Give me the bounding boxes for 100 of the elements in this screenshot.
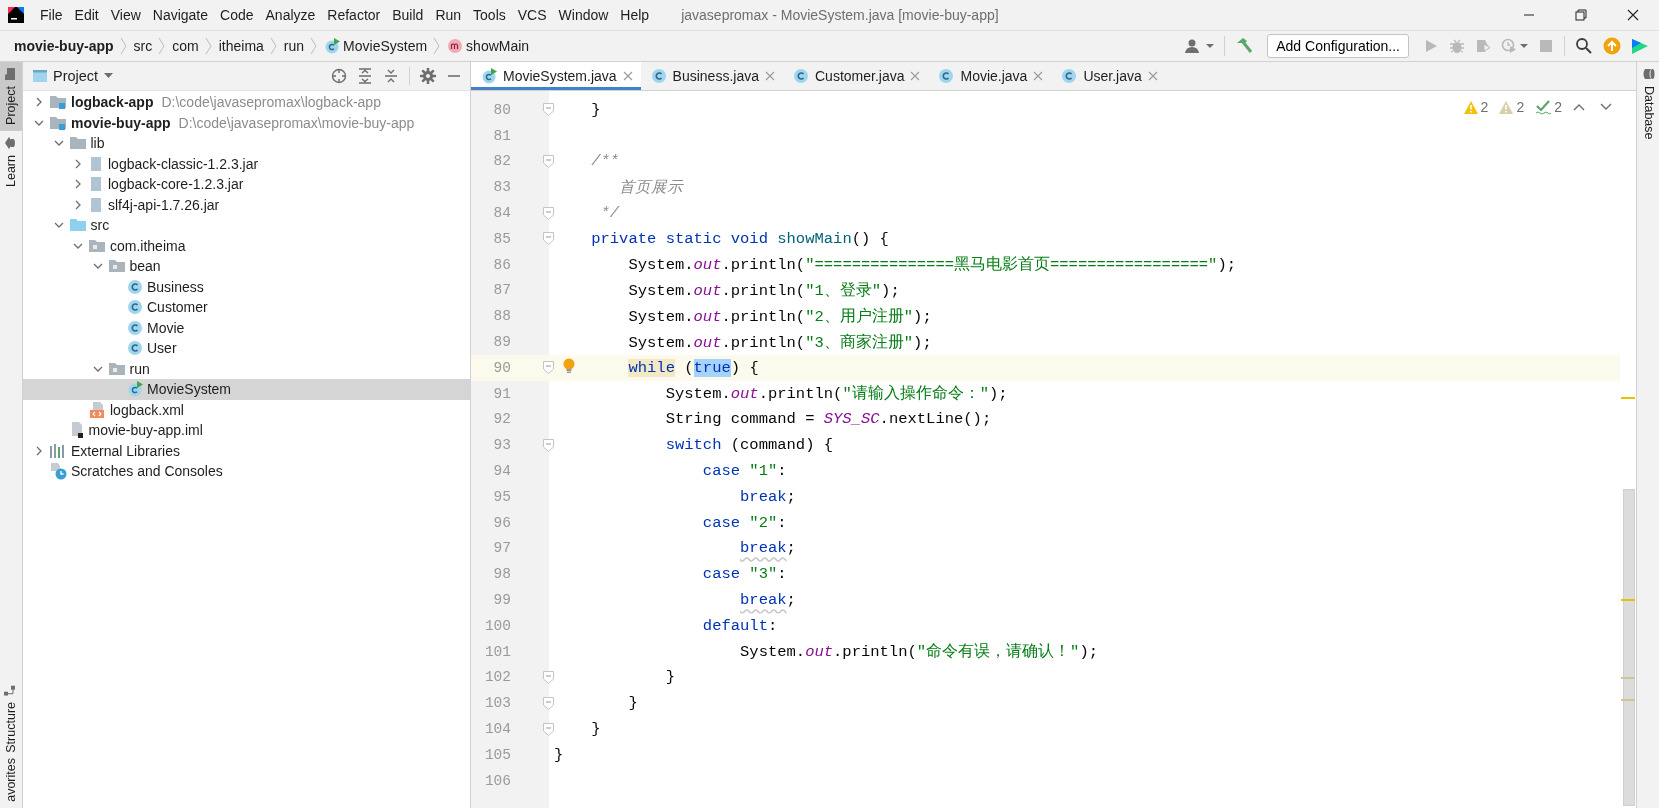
fold-marker-icon[interactable] bbox=[543, 103, 554, 117]
editor-tab[interactable]: MovieSystem.java bbox=[471, 62, 641, 90]
package-icon bbox=[107, 360, 126, 377]
tree-row[interactable]: run bbox=[23, 358, 470, 379]
collapse-all-icon[interactable] bbox=[383, 68, 399, 84]
add-configuration-button[interactable]: Add Configuration... bbox=[1267, 34, 1409, 58]
tree-row[interactable]: movie-buy-app.iml bbox=[23, 420, 470, 441]
fold-marker-icon[interactable] bbox=[543, 438, 554, 452]
caret-icon[interactable] bbox=[1206, 43, 1215, 49]
fold-marker-icon[interactable] bbox=[543, 670, 554, 684]
menu-item[interactable]: Run bbox=[430, 3, 467, 27]
menu-item[interactable]: Code bbox=[215, 3, 259, 27]
breadcrumb[interactable]: itheima bbox=[216, 38, 266, 54]
tree-row[interactable]: logback-app D:\code\javasepromax\logback-app bbox=[23, 92, 470, 113]
close-icon[interactable] bbox=[1627, 9, 1639, 21]
menu-item[interactable]: Refactor bbox=[322, 3, 386, 27]
tree-row[interactable]: src bbox=[23, 215, 470, 236]
tree-row[interactable]: logback-core-1.2.3.jar bbox=[23, 174, 470, 195]
breadcrumb[interactable]: com bbox=[170, 38, 201, 54]
search-icon[interactable] bbox=[1575, 37, 1593, 55]
previous-icon[interactable] bbox=[1573, 103, 1585, 111]
line-number: 89 bbox=[492, 334, 511, 351]
tree-row[interactable]: Movie bbox=[23, 317, 470, 338]
tool-window-tab[interactable]: Structure bbox=[0, 683, 22, 759]
fold-marker-icon[interactable] bbox=[543, 696, 554, 710]
tree-row[interactable]: MovieSystem bbox=[23, 379, 470, 400]
menu-item[interactable]: VCS bbox=[512, 3, 552, 27]
fold-marker-icon[interactable] bbox=[543, 361, 554, 375]
line-number: 96 bbox=[492, 514, 511, 531]
line-number: 85 bbox=[492, 230, 511, 247]
tree-row[interactable]: movie-buy-app D:\code\javasepromax\movie-buy-app bbox=[23, 112, 470, 133]
lightbulb-icon[interactable] bbox=[563, 357, 575, 374]
tree-row[interactable]: Customer bbox=[23, 297, 470, 318]
menu-item[interactable]: Window bbox=[553, 3, 614, 27]
menu-item[interactable]: View bbox=[105, 3, 146, 27]
fold-marker-icon[interactable] bbox=[543, 722, 554, 736]
tool-window-tab[interactable]: Project bbox=[0, 62, 22, 131]
editor-tab[interactable]: Customer.java bbox=[783, 62, 929, 90]
line-number: 94 bbox=[492, 463, 511, 480]
tree-row[interactable]: logback.xml bbox=[23, 399, 470, 420]
scrollbar-thumb[interactable] bbox=[1623, 489, 1635, 806]
line-number: 95 bbox=[492, 488, 511, 505]
menu-item[interactable]: Tools bbox=[468, 3, 511, 27]
menu-item[interactable]: Navigate bbox=[147, 3, 214, 27]
tree-row[interactable]: com.itheima bbox=[23, 235, 470, 256]
xml-file-icon bbox=[88, 400, 106, 419]
settings-icon[interactable] bbox=[420, 68, 436, 84]
chevron-icon bbox=[158, 37, 167, 55]
tree-item-label: Movie bbox=[147, 319, 185, 336]
editor-tab[interactable]: User.java bbox=[1051, 62, 1166, 90]
editor-tab[interactable]: Movie.java bbox=[928, 62, 1052, 90]
menu-item[interactable]: Analyze bbox=[260, 3, 321, 27]
menu-item[interactable]: Build bbox=[387, 3, 429, 27]
inspection-count: 2 bbox=[1516, 99, 1525, 115]
fold-marker-icon[interactable] bbox=[543, 232, 554, 246]
update-icon[interactable] bbox=[1603, 37, 1621, 55]
tree-row[interactable]: User bbox=[23, 338, 470, 359]
fold-marker-icon[interactable] bbox=[543, 206, 554, 220]
hammer-icon[interactable] bbox=[1235, 37, 1254, 55]
tree-item-label: External Libraries bbox=[71, 442, 180, 459]
tree-row[interactable]: slf4j-api-1.7.26.jar bbox=[23, 194, 470, 215]
editor-tab[interactable]: Business.java bbox=[640, 62, 783, 90]
crosshair-icon[interactable] bbox=[331, 68, 347, 84]
inspection-count: 2 bbox=[1480, 99, 1489, 115]
plugin-logo-icon[interactable] bbox=[1631, 37, 1649, 55]
view-dropdown[interactable]: Project bbox=[33, 68, 114, 84]
breadcrumb[interactable]: showMain bbox=[445, 38, 532, 54]
caret-icon bbox=[104, 73, 114, 79]
tool-window-tab[interactable]: avorites bbox=[0, 758, 22, 808]
folder-icon bbox=[4, 68, 17, 80]
tree-row[interactable]: External Libraries bbox=[23, 440, 470, 461]
typo-check-icon bbox=[1535, 99, 1552, 115]
breadcrumb[interactable]: run bbox=[281, 38, 307, 54]
tree-row[interactable]: logback-classic-1.2.3.jar bbox=[23, 153, 470, 174]
jar-icon bbox=[88, 176, 104, 193]
menu-item[interactable]: File bbox=[35, 3, 68, 27]
breadcrumb[interactable]: MovieSystem bbox=[322, 38, 430, 54]
line-number: 103 bbox=[483, 695, 511, 712]
restore-icon[interactable] bbox=[1575, 9, 1587, 21]
line-number: 92 bbox=[492, 411, 511, 428]
breadcrumb[interactable]: movie-buy-app bbox=[12, 38, 116, 54]
tool-window-tab[interactable]: Learn bbox=[0, 130, 22, 193]
tree-row[interactable]: Scratches and Consoles bbox=[23, 461, 470, 482]
window-title: javasepromax - MovieSystem.java [movie-buy-app] bbox=[681, 7, 1000, 23]
libraries-icon bbox=[49, 442, 67, 459]
caret-icon[interactable] bbox=[1520, 43, 1528, 49]
menu-item[interactable]: Edit bbox=[69, 3, 104, 27]
code-line: /** bbox=[590, 152, 620, 171]
menu-item[interactable]: Help bbox=[615, 3, 655, 27]
expand-all-icon[interactable] bbox=[357, 68, 373, 84]
code-line: } bbox=[627, 694, 638, 713]
fold-marker-icon[interactable] bbox=[543, 155, 554, 168]
tree-row[interactable]: bean bbox=[23, 256, 470, 277]
line-number: 80 bbox=[492, 101, 511, 118]
next-icon[interactable] bbox=[1600, 103, 1612, 111]
tree-row[interactable]: Business bbox=[23, 276, 470, 297]
structure-icon bbox=[4, 683, 17, 696]
breadcrumb[interactable]: src bbox=[131, 38, 155, 54]
tree-row[interactable]: lib bbox=[23, 133, 470, 154]
tool-window-tab[interactable]: Database bbox=[1637, 62, 1659, 146]
